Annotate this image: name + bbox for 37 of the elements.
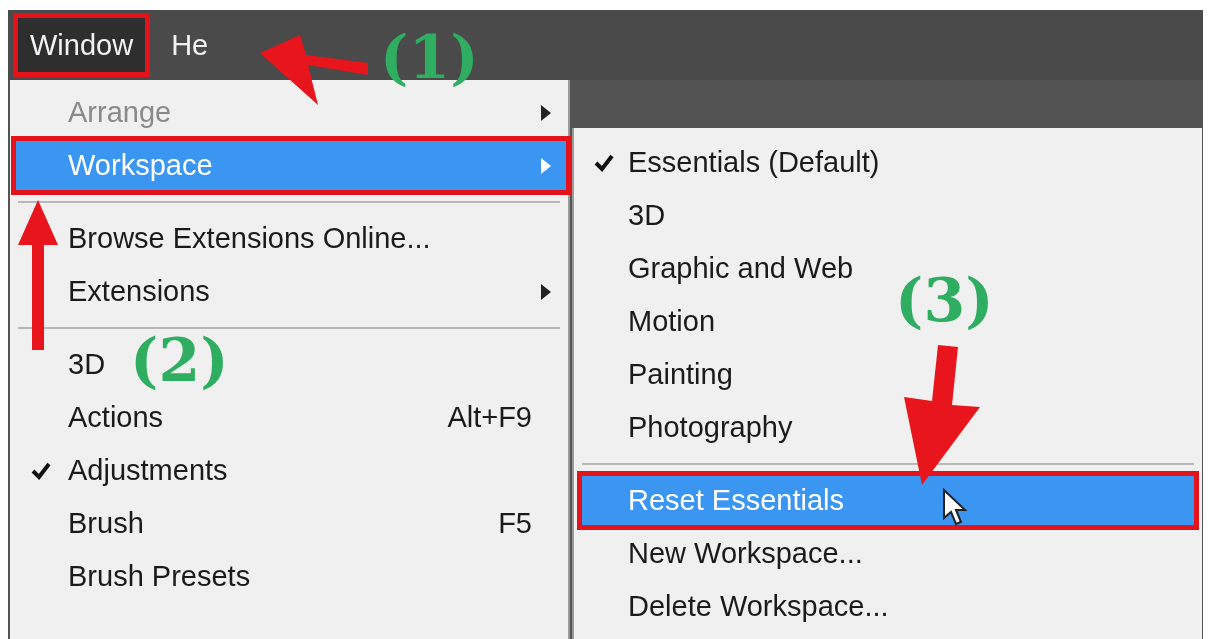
menu-item-label: Delete Workspace... bbox=[628, 590, 889, 623]
menu-item-label: Arrange bbox=[68, 96, 172, 129]
menu-item-label: Essentials (Default) bbox=[628, 146, 880, 179]
menu-item-label: Painting bbox=[628, 358, 733, 391]
menu-item-label: Brush bbox=[68, 507, 144, 540]
menu-item[interactable]: Essentials (Default) bbox=[580, 136, 888, 189]
menu-item[interactable]: Motion bbox=[580, 295, 724, 348]
menu-item-label: 3D bbox=[68, 348, 106, 381]
menu-item-label: Reset Essentials bbox=[628, 484, 844, 517]
menu-item[interactable]: Photography bbox=[580, 401, 801, 454]
menu-item-label: Workspace bbox=[68, 149, 213, 182]
shortcut-label: F5 bbox=[498, 507, 532, 540]
menu-item[interactable]: Extensions bbox=[14, 265, 568, 318]
menu-bar-item[interactable]: He bbox=[159, 18, 221, 72]
menu-item[interactable]: Brush Presets bbox=[14, 550, 259, 603]
menu-item[interactable]: Browse Extensions Online... bbox=[14, 212, 439, 265]
mouse-cursor-icon bbox=[943, 488, 968, 526]
menu-item[interactable]: Graphic and Web bbox=[580, 242, 862, 295]
menu-item[interactable]: Painting bbox=[580, 348, 741, 401]
menu-item[interactable]: 3D bbox=[14, 338, 114, 391]
menu-item-label: Photography bbox=[628, 411, 793, 444]
menu-item[interactable]: Brush F5 bbox=[14, 497, 568, 550]
menu-item-label: Actions bbox=[68, 401, 164, 434]
menu-item-label: 3D bbox=[628, 199, 666, 232]
shortcut-label: Alt+F9 bbox=[447, 401, 532, 434]
menu-item-label: Graphic and Web bbox=[628, 252, 854, 285]
menu-item-label: New Workspace... bbox=[628, 537, 863, 570]
menu-item-label: Adjustments bbox=[68, 454, 228, 487]
menu-item[interactable]: Adjustments bbox=[14, 444, 236, 497]
menu-item[interactable]: New Workspace... bbox=[580, 527, 871, 580]
menu-item-label: Brush Presets bbox=[68, 560, 251, 593]
menu-item-label: Extensions bbox=[68, 275, 210, 308]
menu-item-label: Motion bbox=[628, 305, 716, 338]
step-number-annotation: (3) bbox=[895, 265, 994, 335]
menu-item[interactable]: Delete Workspace... bbox=[580, 580, 897, 633]
menu-item[interactable]: 3D bbox=[580, 189, 674, 242]
menu-item-label: Browse Extensions Online... bbox=[68, 222, 431, 255]
